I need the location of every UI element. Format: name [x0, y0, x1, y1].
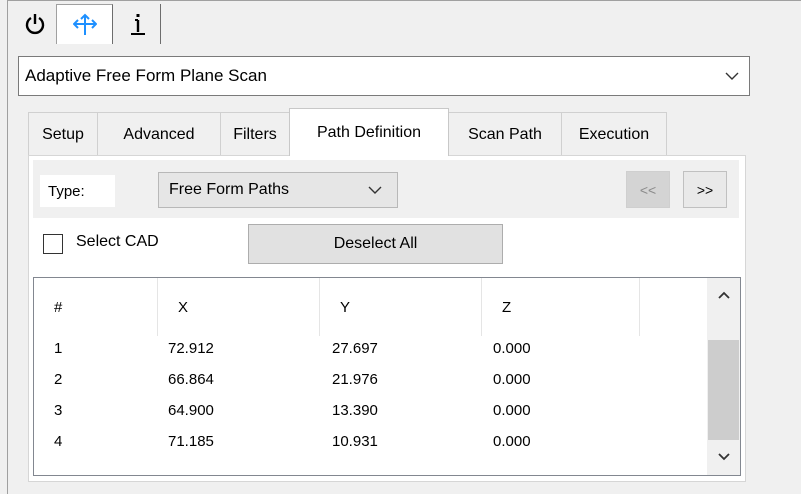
chevron-up-icon	[717, 286, 730, 304]
tab-path-definition[interactable]: Path Definition	[289, 108, 449, 156]
cell-index: 3	[54, 402, 63, 419]
info-icon	[130, 12, 146, 36]
deselect-all-button[interactable]: Deselect All	[248, 224, 503, 264]
chevron-down-icon	[717, 448, 730, 466]
tab-scan-path[interactable]: Scan Path	[448, 112, 562, 156]
cell-y: 13.390	[332, 402, 378, 419]
table-row[interactable]: 3 64.900 13.390 0.000	[34, 402, 706, 426]
tab-info[interactable]	[115, 4, 161, 44]
cell-index: 2	[54, 371, 63, 388]
tab-move[interactable]	[56, 4, 113, 44]
select-cad-checkbox[interactable]	[43, 234, 63, 254]
cell-index: 1	[54, 340, 63, 357]
chevron-down-icon	[715, 72, 749, 80]
cell-z: 0.000	[493, 340, 531, 357]
cell-y: 21.976	[332, 371, 378, 388]
tab-advanced[interactable]: Advanced	[97, 112, 221, 156]
table-row[interactable]: 1 72.912 27.697 0.000	[34, 340, 706, 364]
table-row[interactable]: 4 71.185 10.931 0.000	[34, 433, 706, 457]
cell-x: 71.185	[168, 433, 214, 450]
vertical-scrollbar[interactable]	[707, 278, 740, 475]
type-label: Type:	[40, 175, 115, 207]
cell-x: 66.864	[168, 371, 214, 388]
scroll-thumb[interactable]	[708, 340, 739, 440]
procedure-tabs: Setup Advanced Filters Path Definition S…	[28, 108, 667, 156]
cell-x: 64.900	[168, 402, 214, 419]
tab-filters[interactable]: Filters	[220, 112, 290, 156]
cell-z: 0.000	[493, 402, 531, 419]
cell-z: 0.000	[493, 371, 531, 388]
column-header-y[interactable]: Y	[320, 278, 482, 336]
move-axes-icon	[72, 13, 97, 37]
points-table[interactable]: # X Y Z 1 72.912 27.697 0.000 2 66.864 2…	[33, 277, 741, 476]
select-cad-label: Select CAD	[76, 233, 159, 250]
cell-index: 4	[54, 433, 63, 450]
power-icon	[25, 13, 45, 35]
tab-setup[interactable]: Setup	[28, 112, 98, 156]
cell-x: 72.912	[168, 340, 214, 357]
procedure-select-value: Adaptive Free Form Plane Scan	[25, 66, 267, 85]
type-select[interactable]: Free Form Paths	[158, 172, 398, 208]
procedure-select[interactable]: Adaptive Free Form Plane Scan	[18, 56, 750, 96]
table-row[interactable]: 2 66.864 21.976 0.000	[34, 371, 706, 395]
column-header-index[interactable]: #	[34, 278, 158, 336]
column-header-z[interactable]: Z	[482, 278, 640, 336]
cell-y: 10.931	[332, 433, 378, 450]
table-header: # X Y Z	[34, 278, 706, 336]
column-header-x[interactable]: X	[158, 278, 320, 336]
type-select-value: Free Form Paths	[169, 181, 290, 198]
scroll-up-button[interactable]	[707, 280, 740, 310]
next-button[interactable]: >>	[683, 171, 727, 208]
scroll-down-button[interactable]	[707, 442, 740, 472]
cell-z: 0.000	[493, 433, 531, 450]
chevron-down-icon	[353, 186, 397, 194]
previous-button[interactable]: <<	[626, 171, 670, 208]
tab-execution[interactable]: Execution	[561, 112, 667, 156]
cell-y: 27.697	[332, 340, 378, 357]
tab-power[interactable]	[18, 4, 52, 44]
